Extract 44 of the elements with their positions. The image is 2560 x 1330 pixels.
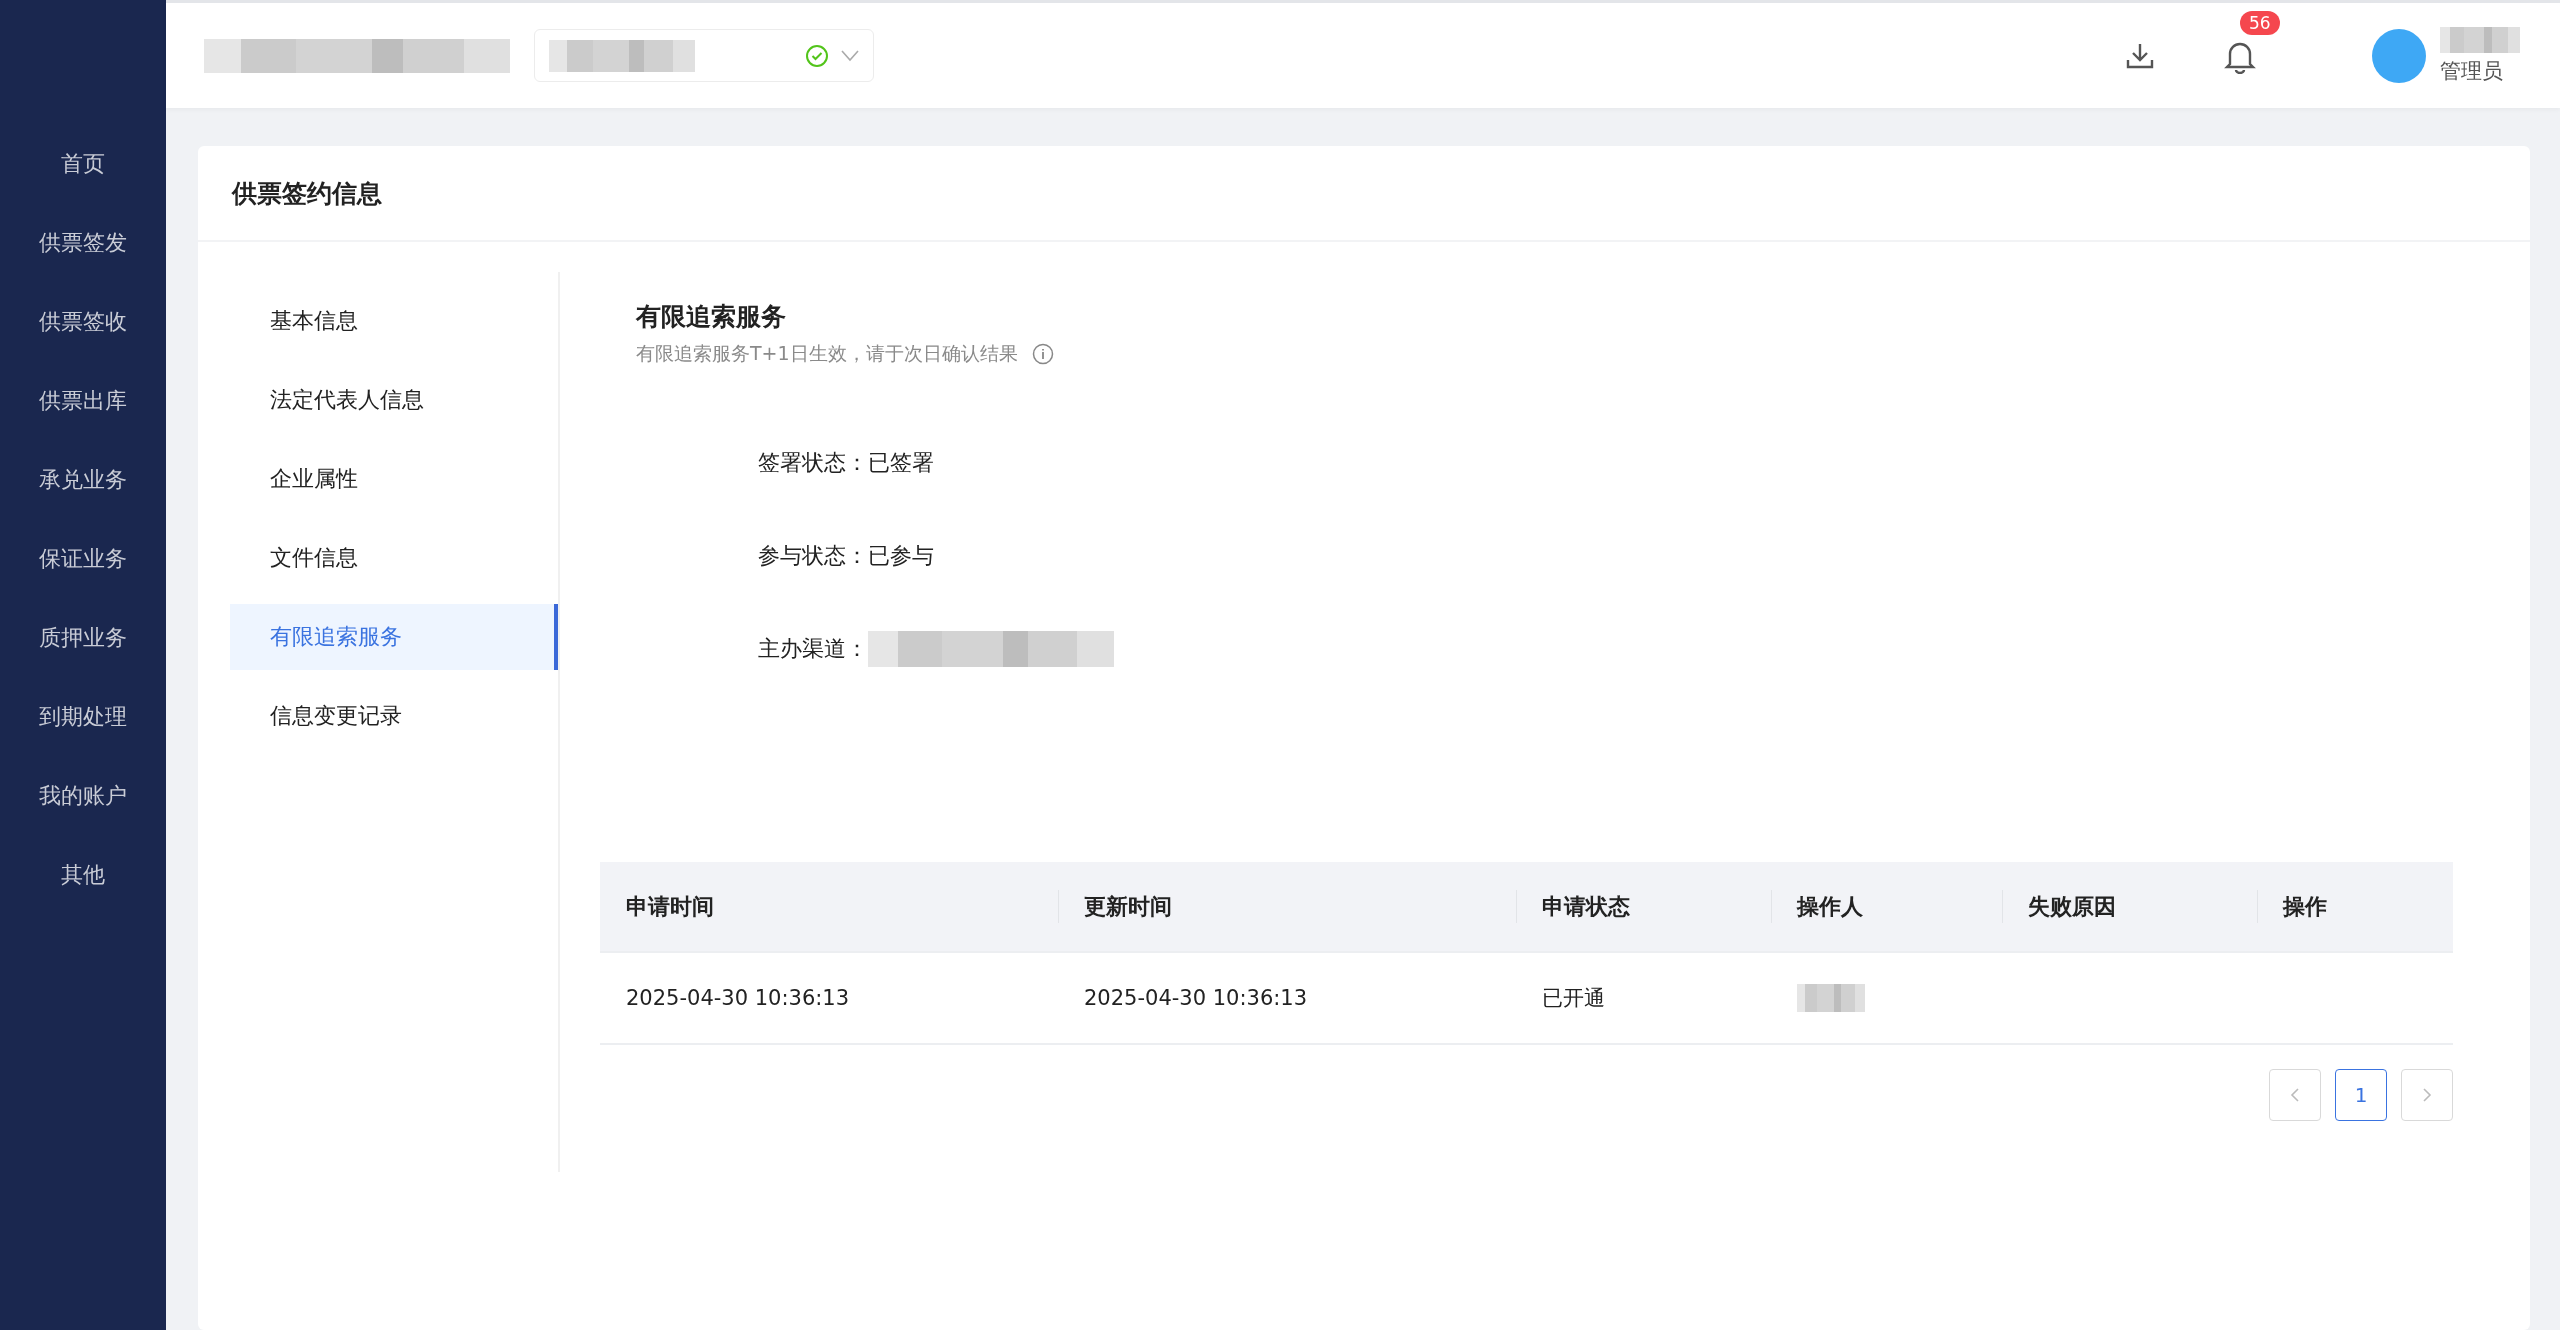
sidebar-item[interactable]: 供票签收 xyxy=(0,282,166,361)
sidebar-item[interactable]: 承兑业务 xyxy=(0,440,166,519)
page-button[interactable]: 1 xyxy=(2335,1069,2387,1121)
section-hint: 有限追索服务T+1日生效，请于次日确认结果 xyxy=(636,341,1018,366)
field-value: 已参与 xyxy=(868,541,934,570)
column-header: 失败原因 xyxy=(2028,892,2116,921)
avatar[interactable] xyxy=(2372,28,2426,83)
column-header: 更新时间 xyxy=(1084,892,1172,921)
sidebar-item[interactable]: 其他 xyxy=(0,835,166,914)
sidebar-item[interactable]: 到期处理 xyxy=(0,677,166,756)
sub-nav-item[interactable]: 文件信息 xyxy=(230,525,558,591)
notification-badge: 56 xyxy=(2240,10,2280,35)
table-cell-text: 已开通 xyxy=(1541,985,1606,1012)
card-title: 供票签约信息 xyxy=(198,146,2530,242)
chevron-down-icon xyxy=(841,49,859,62)
sub-nav-item[interactable]: 有限追索服务 xyxy=(230,604,558,670)
column-header: 操作 xyxy=(2283,892,2327,921)
sub-nav-item[interactable]: 基本信息 xyxy=(230,288,558,354)
sidebar-item[interactable]: 我的账户 xyxy=(0,756,166,835)
field-value: 已签署 xyxy=(868,448,934,477)
table-cell-text: 2025-04-30 10:36:13 xyxy=(1083,985,1309,1012)
section-title: 有限追索服务 xyxy=(636,301,787,333)
info-icon[interactable] xyxy=(1031,343,1054,365)
column-header: 操作人 xyxy=(1797,892,1863,921)
user-role: 管理员 xyxy=(2440,57,2504,85)
field-label: 签署状态： xyxy=(758,448,868,477)
sidebar-item[interactable]: 质押业务 xyxy=(0,598,166,677)
field-label: 参与状态： xyxy=(758,541,868,570)
company-select[interactable] xyxy=(534,29,874,82)
sub-nav-item[interactable]: 信息变更记录 xyxy=(230,683,558,749)
sidebar-item[interactable]: 保证业务 xyxy=(0,519,166,598)
check-circle-icon xyxy=(805,43,829,68)
sidebar-item[interactable]: 首页 xyxy=(0,124,166,203)
redacted-block xyxy=(1797,984,1865,1012)
sidebar-item[interactable]: 供票签发 xyxy=(0,203,166,282)
previous-page-button[interactable] xyxy=(2269,1069,2321,1121)
table-cell-text: 2025-04-30 10:36:13 xyxy=(625,985,851,1012)
sidebar-item[interactable]: 供票出库 xyxy=(0,361,166,440)
column-header: 申请时间 xyxy=(626,892,714,921)
next-page-button[interactable] xyxy=(2401,1069,2453,1121)
column-header: 申请状态 xyxy=(1542,892,1630,921)
field-label: 主办渠道： xyxy=(758,634,868,663)
sub-nav-item[interactable]: 法定代表人信息 xyxy=(230,367,558,433)
sub-nav-item[interactable]: 企业属性 xyxy=(230,446,558,512)
